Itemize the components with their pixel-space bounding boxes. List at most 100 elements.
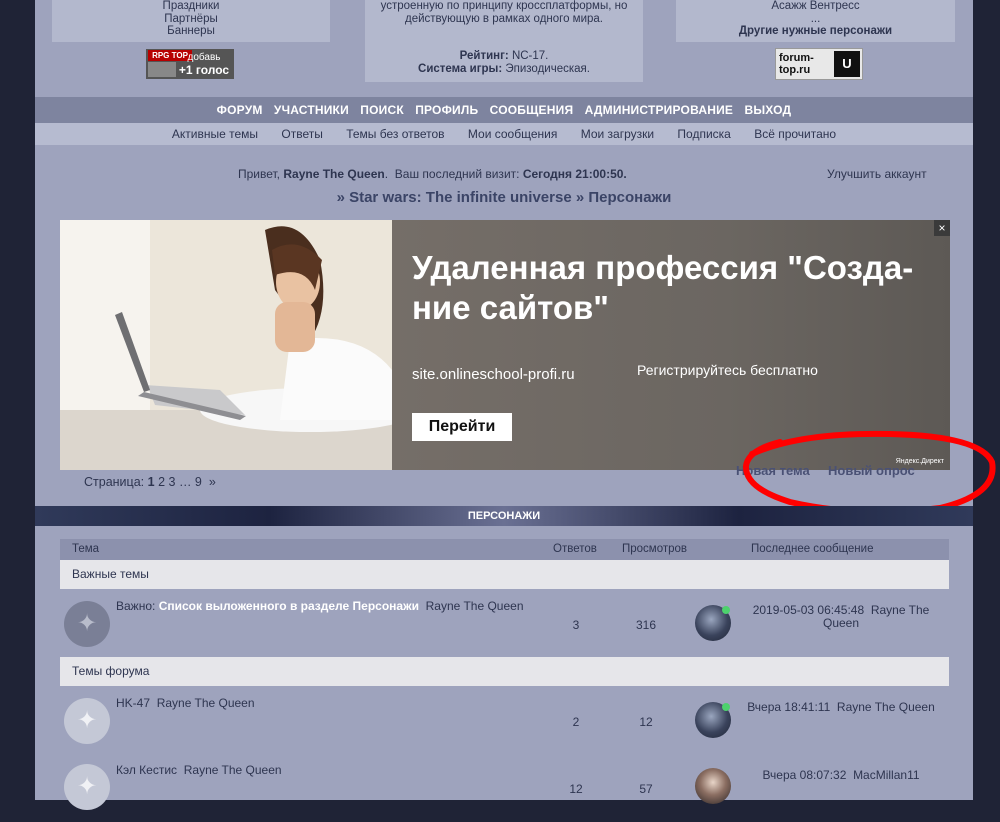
last-post-cell: Вчера 18:41:11 Rayne The Queen	[738, 701, 944, 714]
avatar[interactable]	[695, 768, 731, 804]
other-characters-link[interactable]: Другие нужные персонажи	[676, 25, 955, 38]
section-label: Темы форума	[72, 664, 150, 678]
new-poll-button[interactable]: Новый опрос	[828, 463, 915, 478]
forum-top-text-line: forum-	[779, 52, 814, 64]
last-post-cell: Вчера 08:07:32 MacMillan11	[738, 769, 944, 782]
welcome-line: Привет, Rayne The Queen. Ваш последний в…	[238, 167, 627, 181]
nav-forum[interactable]: ФОРУМ	[217, 103, 263, 117]
replies-count: 2	[572, 715, 580, 729]
replies-count: 3	[572, 618, 580, 632]
subnav-my-uploads[interactable]: Мои загрузки	[581, 127, 654, 141]
system-value: Эпизодическая.	[505, 62, 590, 75]
advertisement-banner[interactable]: Удаленная профессия "Созда- ние сайтов" …	[60, 220, 950, 470]
ad-headline[interactable]: Удаленная профессия "Созда- ние сайтов"	[412, 248, 932, 328]
subnav-mark-all-read[interactable]: Всё прочитано	[754, 127, 836, 141]
forum-top-text: forum- top.ru	[779, 52, 814, 76]
avatar[interactable]	[695, 702, 731, 738]
last-post-time[interactable]: Вчера 18:41:11	[747, 700, 830, 714]
breadcrumb-section[interactable]: Персонажи	[588, 189, 671, 206]
main-navigation: ФОРУМ УЧАСТНИКИ ПОИСК ПРОФИЛЬ СООБЩЕНИЯ …	[35, 97, 973, 123]
forum-page: Праздники Партнёры Баннеры устроенную по…	[35, 0, 996, 810]
last-post-user[interactable]: Rayne The Queen	[837, 700, 935, 714]
link-partners[interactable]: Партнёры	[52, 13, 330, 26]
page-link-last[interactable]: 9	[195, 475, 202, 489]
breadcrumb: » Star wars: The infinite universe » Пер…	[35, 189, 973, 206]
topic-link[interactable]: Список выложенного в разделе Персонажи	[159, 599, 419, 613]
topic-author[interactable]: Rayne The Queen	[184, 763, 282, 777]
system-label: Система игры:	[418, 62, 503, 75]
vote-bottom-text: +1 голос	[178, 63, 230, 77]
rating-value: NC-17.	[511, 50, 549, 62]
link-holidays[interactable]: Праздники	[52, 0, 330, 13]
rating-line: Рейтинг: NC-17.	[365, 50, 643, 63]
forum-top-logo-icon: U	[834, 51, 860, 77]
online-dot-icon	[722, 703, 730, 711]
ad-register-text: Регистрируйтесь бесплатно	[637, 362, 818, 378]
last-visit-label: Ваш последний визит:	[394, 167, 520, 181]
column-last-post: Последнее сообщение	[751, 543, 874, 555]
character-link[interactable]: Асажж Вентресс	[676, 0, 955, 13]
rebel-alliance-icon: ✦	[64, 764, 110, 810]
rpg-top-counter[interactable]: RPG TOP добавь +1 голос	[146, 49, 234, 79]
nav-profile[interactable]: ПРОФИЛЬ	[415, 103, 478, 117]
ad-domain[interactable]: site.onlineschool-profi.ru	[412, 366, 575, 383]
section-label: Важные темы	[72, 567, 149, 581]
sub-navigation: Активные темы Ответы Темы без ответов Мо…	[35, 123, 973, 145]
description-line: действующую в рамках одного мира.	[404, 12, 603, 25]
ad-photo	[60, 220, 392, 470]
subnav-subscriptions[interactable]: Подписка	[677, 127, 730, 141]
rating-label: Рейтинг:	[459, 50, 509, 62]
system-line: Система игры: Эпизодическая.	[365, 63, 643, 76]
topic-link[interactable]: HK-47	[116, 696, 150, 710]
ad-go-button[interactable]: Перейти	[412, 413, 512, 441]
subnav-active-topics[interactable]: Активные темы	[172, 127, 258, 141]
forum-section-banner: ПЕРСОНАЖИ	[35, 506, 973, 526]
page-link[interactable]: 3	[169, 475, 176, 489]
page-ellipsis: …	[178, 475, 192, 489]
username-link[interactable]: Rayne The Queen	[283, 167, 384, 181]
page-current: 1	[147, 475, 155, 489]
topic-link[interactable]: Кэл Кестис	[116, 763, 177, 777]
last-post-time[interactable]: 2019-05-03 06:45:48	[753, 603, 864, 617]
subnav-replies[interactable]: Ответы	[281, 127, 322, 141]
forum-top-text-line: top.ru	[779, 64, 811, 76]
important-prefix: Важно:	[116, 599, 156, 613]
topic-author[interactable]: Rayne The Queen	[426, 599, 524, 613]
link-banners[interactable]: Баннеры	[52, 25, 330, 38]
table-row: ✦ HK-47 Rayne The Queen 2 12 Вчера 18:41…	[60, 686, 949, 754]
column-views: Просмотров	[622, 543, 688, 555]
page-link[interactable]: 2	[158, 475, 165, 489]
table-row: ✦ Важно: Список выложенного в разделе Пе…	[60, 589, 949, 657]
last-post-user[interactable]: MacMillan11	[853, 768, 919, 782]
breadcrumb-forum[interactable]: Star wars: The infinite universe	[349, 189, 572, 206]
nav-logout[interactable]: ВЫХОД	[744, 103, 791, 117]
table-header: Тема Ответов Просмотров Последнее сообще…	[60, 539, 949, 560]
nav-members[interactable]: УЧАСТНИКИ	[274, 103, 349, 117]
views-count: 12	[639, 715, 653, 729]
pagination: Страница: 1 2 3 … 9 »	[84, 475, 216, 489]
header-links-block: Праздники Партнёры Баннеры	[52, 0, 330, 42]
subnav-my-posts[interactable]: Мои сообщения	[468, 127, 557, 141]
last-visit-value: Сегодня 21:00:50.	[522, 167, 627, 181]
table-row: ✦ Кэл Кестис Rayne The Queen 12 57 Вчера…	[60, 754, 949, 822]
page-next[interactable]: »	[209, 475, 216, 489]
nav-messages[interactable]: СООБЩЕНИЯ	[490, 103, 574, 117]
upgrade-account-link[interactable]: Улучшить аккаунт	[827, 167, 927, 181]
nav-admin[interactable]: АДМИНИСТРИРОВАНИЕ	[585, 103, 734, 117]
rebel-alliance-icon: ✦	[64, 601, 110, 647]
subnav-unanswered[interactable]: Темы без ответов	[346, 127, 444, 141]
close-icon[interactable]: ×	[934, 220, 950, 236]
nav-search[interactable]: ПОИСК	[360, 103, 404, 117]
breadcrumb-separator: »	[336, 189, 345, 206]
topic-author[interactable]: Rayne The Queen	[157, 696, 255, 710]
replies-count: 12	[569, 782, 583, 796]
last-post-time[interactable]: Вчера 08:07:32	[762, 768, 846, 782]
avatar[interactable]	[695, 605, 731, 641]
rebel-alliance-icon: ✦	[64, 698, 110, 744]
forum-top-counter[interactable]: forum- top.ru U	[775, 48, 863, 80]
online-dot-icon	[722, 606, 730, 614]
rpg-top-image	[148, 62, 176, 77]
new-topic-button[interactable]: Новая тема	[736, 463, 810, 478]
ad-text-panel: Удаленная профессия "Созда- ние сайтов" …	[392, 220, 950, 470]
section-forum-topics: Темы форума	[60, 657, 949, 686]
